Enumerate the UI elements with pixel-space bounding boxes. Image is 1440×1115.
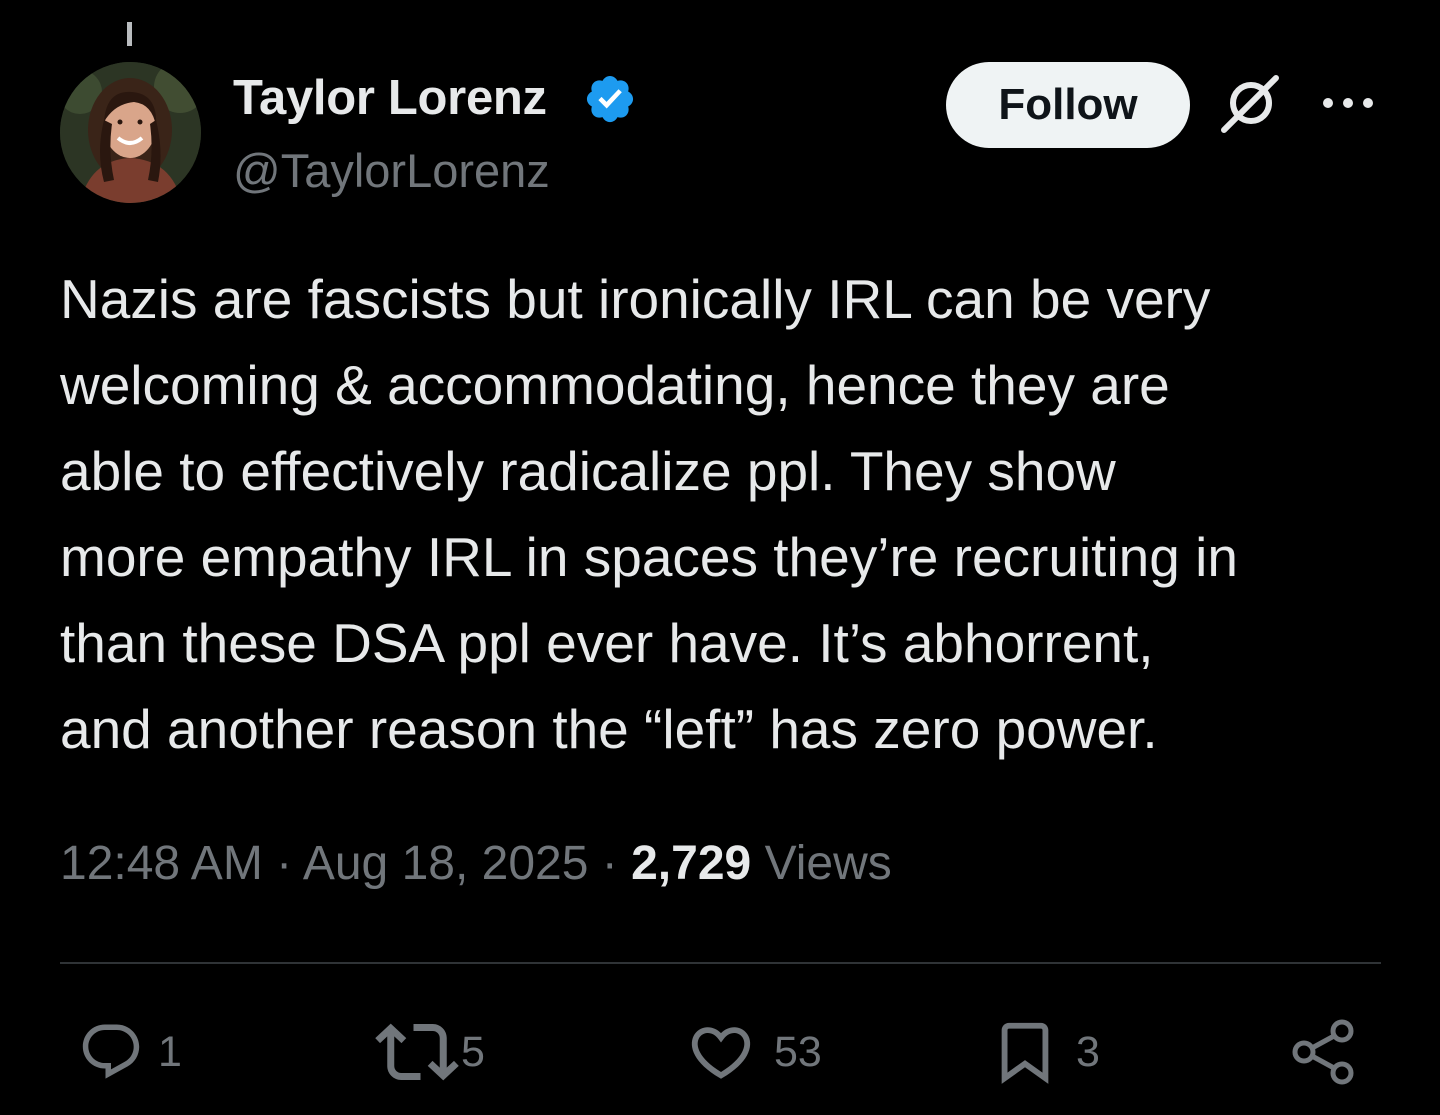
- thread-connector-line: [127, 22, 132, 46]
- avatar[interactable]: [60, 62, 201, 203]
- views-count: 2,729: [631, 837, 752, 890]
- author-handle[interactable]: @TaylorLorenz: [233, 143, 550, 198]
- meta-separator: ·: [276, 837, 293, 890]
- tweet-text: Nazis are fascists but ironically IRL ca…: [60, 256, 1400, 772]
- heart-icon: [691, 1027, 751, 1079]
- views-label: Views: [764, 837, 892, 890]
- tweet-metadata: 12:48 AM · Aug 18, 2025 · 2,729 Views: [60, 836, 892, 891]
- verified-badge-icon[interactable]: [583, 72, 637, 126]
- share-button[interactable]: [1290, 1012, 1360, 1092]
- tweet-text-line: than these DSA ppl ever have. It’s abhor…: [60, 612, 1154, 674]
- author-display-name[interactable]: Taylor Lorenz: [233, 70, 547, 126]
- more-options-icon[interactable]: [1318, 88, 1378, 118]
- bookmark-icon: [1001, 1022, 1049, 1084]
- follow-button[interactable]: Follow: [946, 62, 1190, 148]
- divider: [60, 962, 1381, 964]
- grok-icon[interactable]: [1218, 72, 1282, 136]
- reply-icon: [82, 1024, 140, 1079]
- tweet-text-line: welcoming & accommodating, hence they ar…: [60, 354, 1170, 416]
- repost-button[interactable]: 5: [375, 1012, 485, 1092]
- share-icon: [1292, 1019, 1354, 1085]
- repost-icon: [375, 1023, 459, 1081]
- bookmark-count: 3: [1076, 1027, 1100, 1076]
- repost-count: 5: [461, 1027, 485, 1076]
- like-count: 53: [774, 1027, 822, 1076]
- like-button[interactable]: 53: [686, 1012, 822, 1092]
- reply-button[interactable]: 1: [78, 1012, 182, 1092]
- avatar-image: [60, 62, 201, 203]
- tweet-text-line: more empathy IRL in spaces they’re recru…: [60, 526, 1238, 588]
- tweet-text-line: able to effectively radicalize ppl. They…: [60, 440, 1116, 502]
- tweet-text-line: Nazis are fascists but ironically IRL ca…: [60, 268, 1211, 330]
- tweet-time[interactable]: 12:48 AM: [60, 837, 263, 890]
- tweet-text-line: and another reason the “left” has zero p…: [60, 698, 1158, 760]
- bookmark-button[interactable]: 3: [990, 1012, 1100, 1092]
- tweet-date[interactable]: Aug 18, 2025: [303, 837, 589, 890]
- meta-separator: ·: [601, 837, 618, 890]
- reply-count: 1: [158, 1027, 182, 1076]
